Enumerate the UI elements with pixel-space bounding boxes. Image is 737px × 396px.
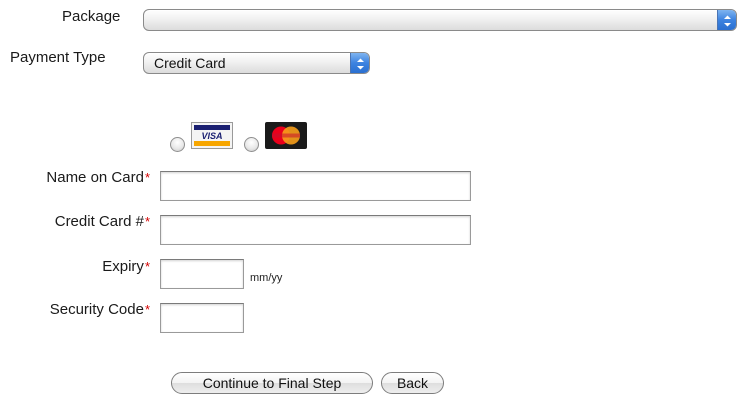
required-marker: * xyxy=(144,302,150,317)
payment-type-label-text: Payment Type xyxy=(10,49,106,66)
expiry-format-hint: mm/yy xyxy=(250,272,283,284)
continue-button[interactable]: Continue to Final Step xyxy=(171,372,373,394)
security-code-input[interactable] xyxy=(160,303,244,333)
name-on-card-label: Name on Card* xyxy=(0,169,150,187)
payment-type-label: Payment Type xyxy=(10,49,106,67)
name-on-card-input[interactable] xyxy=(160,171,471,201)
required-marker: * xyxy=(144,214,150,229)
visa-radio[interactable] xyxy=(170,137,185,152)
package-label-text: Package xyxy=(62,8,121,25)
payment-type-select-value: Credit Card xyxy=(154,55,226,71)
visa-logo-icon: VISA xyxy=(191,122,233,149)
card-number-label-text: Credit Card # xyxy=(54,213,144,230)
mastercard-radio[interactable] xyxy=(244,137,259,152)
up-down-chevrons-icon xyxy=(717,10,736,30)
expiry-label-text: Expiry xyxy=(102,258,144,275)
back-button[interactable]: Back xyxy=(381,372,444,394)
card-number-input[interactable] xyxy=(160,215,471,245)
name-on-card-label-text: Name on Card xyxy=(46,169,144,186)
expiry-input[interactable] xyxy=(160,259,244,289)
required-marker: * xyxy=(144,259,150,274)
required-marker: * xyxy=(144,170,150,185)
security-code-label-text: Security Code xyxy=(49,301,144,318)
payment-type-select[interactable]: Credit Card xyxy=(143,52,370,74)
package-label: Package xyxy=(62,8,120,26)
card-number-label: Credit Card #* xyxy=(0,213,150,231)
package-select[interactable] xyxy=(143,9,737,31)
mastercard-logo-icon xyxy=(265,122,307,149)
security-code-label: Security Code* xyxy=(0,301,150,319)
svg-text:VISA: VISA xyxy=(201,131,222,141)
expiry-label: Expiry* xyxy=(0,258,150,276)
up-down-chevrons-icon xyxy=(350,53,369,73)
